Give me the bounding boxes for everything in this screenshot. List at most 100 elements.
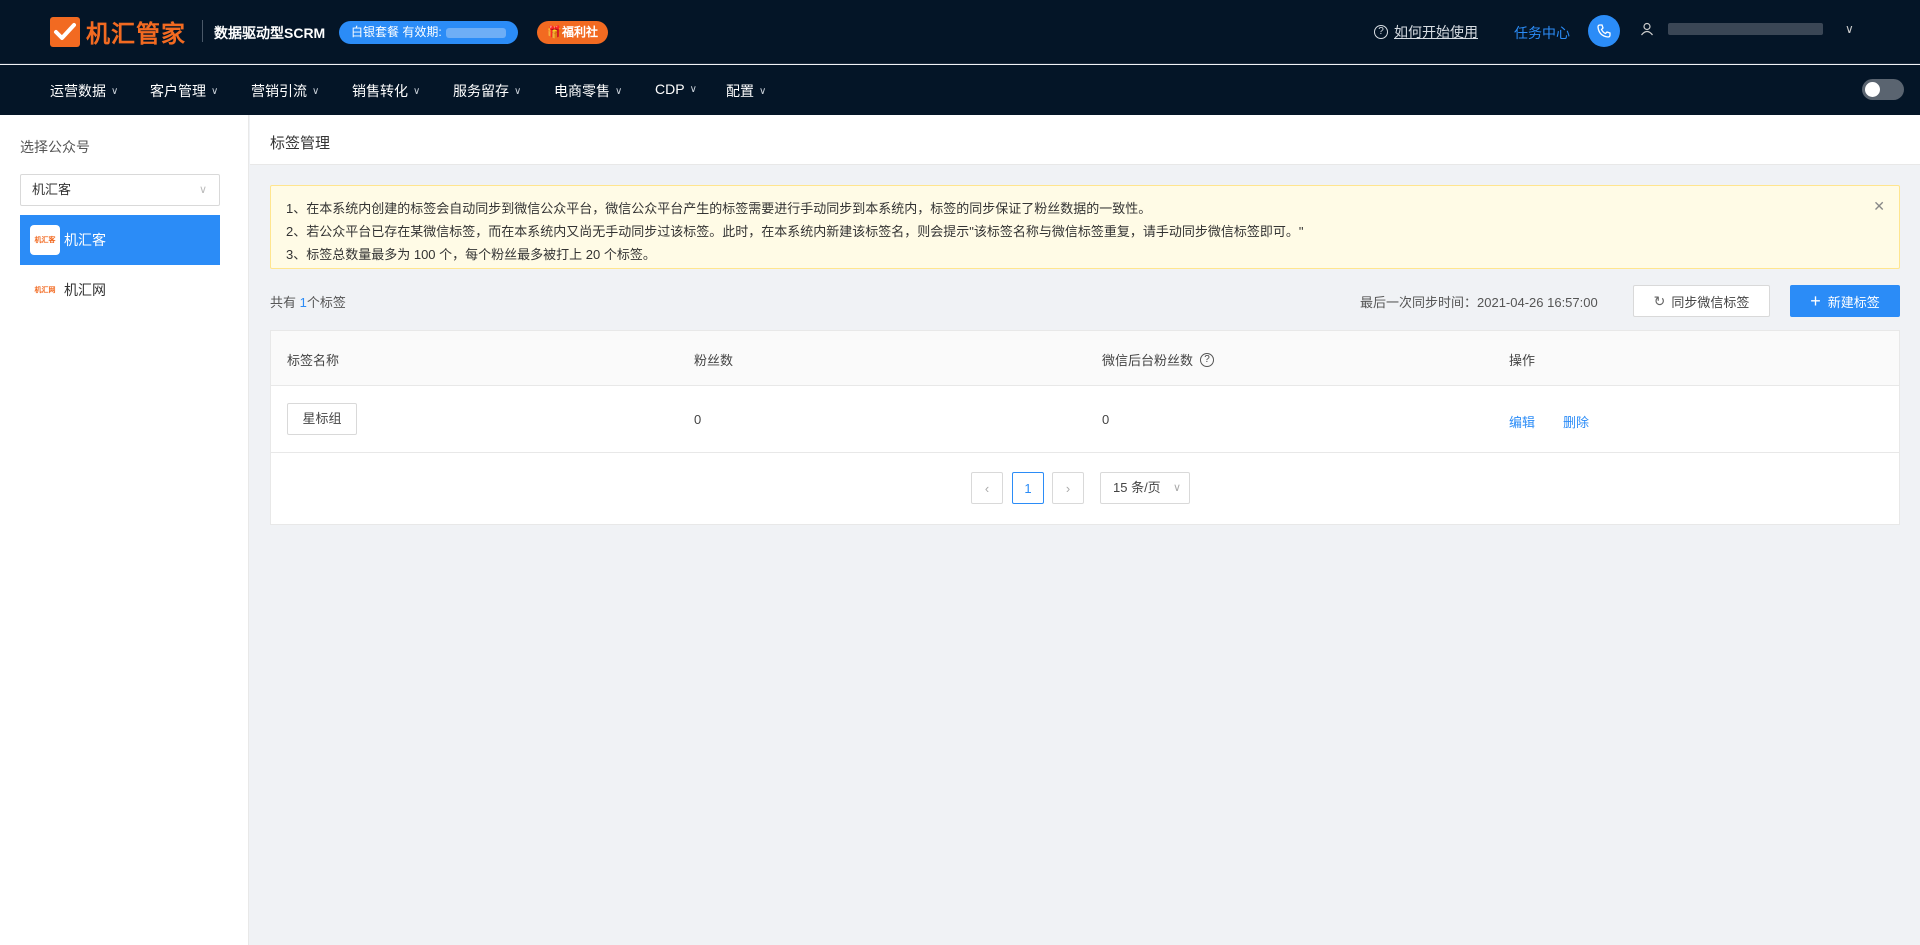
chevron-down-icon: ∨ xyxy=(1172,482,1181,494)
table-header: 标签名称 粉丝数 微信后台粉丝数 ? 操作 xyxy=(271,331,1899,386)
new-tag-button[interactable]: + 新建标签 xyxy=(1790,285,1900,317)
account-select-value: 机汇客 xyxy=(32,182,72,197)
chevron-down-icon: ∨ xyxy=(514,85,522,97)
nav-item-label: 运营数据 xyxy=(50,83,106,99)
account-logo-text: 机汇网 xyxy=(34,287,56,294)
nav-item-config[interactable]: 配置 ∨ xyxy=(726,81,766,101)
chevron-right-icon: › xyxy=(1065,480,1071,496)
chevron-down-icon: ∨ xyxy=(312,85,320,97)
tag-count-value: 1 xyxy=(299,295,307,310)
help-label: 如何开始使用 xyxy=(1394,24,1478,40)
notice-alert: 1、在本系统内创建的标签会自动同步到微信公众平台，微信公众平台产生的标签需要进行… xyxy=(270,185,1900,269)
plan-expiry-redacted xyxy=(445,27,506,38)
sidebar: 选择公众号 机汇客 ∨ 机汇客 机汇客 机汇网 机汇网 xyxy=(0,115,249,945)
chevron-down-icon: ∨ xyxy=(759,85,767,97)
top-header: 机汇管家 数据驱动型SCRM 白银套餐 有效期: 🎁福利社 ? 如何开始使用 任… xyxy=(0,0,1920,64)
edit-link[interactable]: 编辑 xyxy=(1509,412,1535,431)
column-header-tag-name: 标签名称 xyxy=(287,353,340,368)
chevron-down-icon: ∨ xyxy=(111,85,119,97)
sidebar-item-label: 机汇网 xyxy=(64,282,106,298)
chevron-down-icon: ∨ xyxy=(211,85,219,97)
nav-item-operation-data[interactable]: 运营数据 ∨ xyxy=(50,81,118,101)
refresh-icon: ↻ xyxy=(1653,292,1666,309)
last-sync-time: 最后一次同步时间：2021-04-26 16:57:00 xyxy=(1360,295,1598,310)
sync-button-label: 同步微信标签 xyxy=(1671,294,1750,310)
plan-badge: 白银套餐 有效期: xyxy=(339,21,518,44)
chevron-left-icon: ‹ xyxy=(984,480,990,496)
chevron-down-icon: ∨ xyxy=(1845,22,1854,36)
notice-line: 3、标签总数量最多为 100 个，每个粉丝最多被打上 20 个标签。 xyxy=(286,247,656,262)
column-header-fans: 粉丝数 xyxy=(694,353,734,368)
sidebar-item-account[interactable]: 机汇客 机汇客 xyxy=(20,215,220,265)
nav-item-label: 营销引流 xyxy=(251,83,307,99)
user-name-redacted xyxy=(1668,23,1823,35)
column-header-actions: 操作 xyxy=(1509,353,1536,368)
nav-item-label: 电商零售 xyxy=(554,83,610,99)
close-icon[interactable]: ✕ xyxy=(1873,198,1885,215)
brand-slogan: 数据驱动型SCRM xyxy=(214,25,326,41)
nav-item-label: 销售转化 xyxy=(352,83,408,99)
task-center-link[interactable]: 任务中心 xyxy=(1514,23,1570,43)
page-size-select[interactable]: 15 条/页 ∨ xyxy=(1100,472,1190,504)
chevron-down-icon: ∨ xyxy=(615,85,623,97)
sidebar-item-label: 机汇客 xyxy=(64,232,106,248)
prev-page-button[interactable]: ‹ xyxy=(971,472,1003,504)
column-header-wx-fans: 微信后台粉丝数 ? xyxy=(1102,350,1215,369)
nav-item-label: 配置 xyxy=(726,83,754,99)
theme-toggle[interactable] xyxy=(1862,79,1904,100)
notice-line: 2、若公众平台已存在某微信标签，而在本系统内又尚无手动同步过该标签。此时，在本系… xyxy=(286,224,1304,239)
chevron-down-icon: ∨ xyxy=(413,85,421,97)
account-select[interactable]: 机汇客 ∨ xyxy=(20,174,220,206)
brand-name: 机汇管家 xyxy=(86,21,186,48)
account-logo-text: 机汇客 xyxy=(34,237,56,244)
nav-item-service[interactable]: 服务留存 ∨ xyxy=(453,81,521,101)
brand-logo[interactable]: 机汇管家 xyxy=(50,14,186,49)
tag-table: 标签名称 粉丝数 微信后台粉丝数 ? 操作 星标组 0 0 编辑 删除 xyxy=(270,330,1900,525)
nav-item-label: 客户管理 xyxy=(150,83,206,99)
nav-item-marketing[interactable]: 营销引流 ∨ xyxy=(251,81,319,101)
tag-count-suffix: 个标签 xyxy=(306,295,346,310)
nav-item-sales[interactable]: 销售转化 ∨ xyxy=(352,81,420,101)
help-icon[interactable]: ? xyxy=(1200,352,1215,367)
nav-item-label: 服务留存 xyxy=(453,83,509,99)
chevron-down-icon: ∨ xyxy=(198,184,207,196)
fans-count: 0 xyxy=(694,412,702,427)
notice-line: 1、在本系统内创建的标签会自动同步到微信公众平台，微信公众平台产生的标签需要进行… xyxy=(286,201,1152,216)
page-number-button[interactable]: 1 xyxy=(1012,472,1044,504)
next-page-button[interactable]: › xyxy=(1052,472,1084,504)
account-logo: 机汇网 xyxy=(30,283,60,297)
welfare-badge[interactable]: 🎁福利社 xyxy=(537,21,608,44)
phone-icon xyxy=(1597,24,1611,38)
sidebar-item-account[interactable]: 机汇网 机汇网 xyxy=(20,265,220,315)
nav-item-customer[interactable]: 客户管理 ∨ xyxy=(150,81,218,101)
main-nav: 运营数据 ∨ 客户管理 ∨ 营销引流 ∨ 销售转化 ∨ 服务留存 ∨ 电商零售 ∨ CDP ∨… xyxy=(0,65,1920,115)
table-row: 星标组 0 0 编辑 删除 xyxy=(271,386,1899,453)
nav-item-ecommerce[interactable]: 电商零售 ∨ xyxy=(554,81,622,101)
user-icon xyxy=(1641,22,1653,36)
chevron-down-icon: ∨ xyxy=(689,83,697,95)
sync-wechat-tags-button[interactable]: ↻ 同步微信标签 xyxy=(1633,285,1770,317)
wx-fans-count: 0 xyxy=(1102,412,1110,427)
sidebar-title: 选择公众号 xyxy=(20,139,90,155)
column-header-label: 微信后台粉丝数 xyxy=(1102,353,1194,368)
header-divider xyxy=(202,20,203,42)
phone-button[interactable] xyxy=(1588,15,1620,47)
account-logo: 机汇客 xyxy=(30,225,60,255)
page-title: 标签管理 xyxy=(270,135,331,152)
nav-item-cdp[interactable]: CDP ∨ xyxy=(655,81,697,97)
toggle-knob xyxy=(1865,82,1880,97)
nav-item-label: CDP xyxy=(655,81,685,97)
help-link[interactable]: ? 如何开始使用 xyxy=(1374,22,1478,42)
tag-count: 共有 1个标签 xyxy=(270,292,346,311)
plan-badge-label: 白银套餐 有效期: xyxy=(351,25,442,39)
page-size-value: 15 条/页 xyxy=(1113,480,1161,495)
tag-name-chip: 星标组 xyxy=(287,403,357,435)
user-menu[interactable]: ∨ xyxy=(1640,22,1854,36)
new-button-label: 新建标签 xyxy=(1827,294,1880,310)
delete-link[interactable]: 删除 xyxy=(1563,412,1589,431)
tag-count-prefix: 共有 xyxy=(270,295,300,310)
brand-logo-icon xyxy=(50,16,80,47)
plus-icon: + xyxy=(1810,290,1821,311)
page-header: 标签管理 xyxy=(250,115,1920,165)
help-icon: ? xyxy=(1374,25,1388,39)
